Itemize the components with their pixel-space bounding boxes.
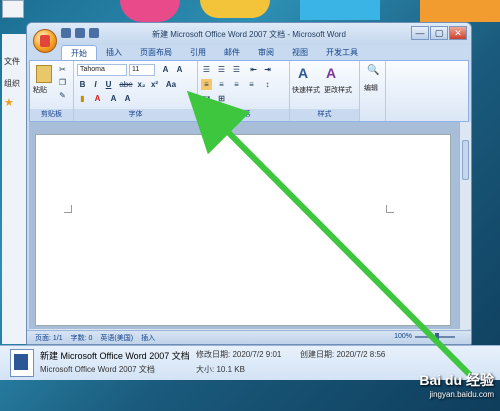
tab-review[interactable]: 审阅 [249, 45, 283, 60]
copy-icon[interactable]: ❐ [57, 77, 68, 88]
multilevel-list-icon[interactable]: ☰ [231, 64, 242, 75]
paste-button-label[interactable]: 粘贴 [33, 85, 47, 95]
word-document-icon [10, 349, 34, 377]
status-bar: 页面: 1/1 字数: 0 英语(美国) 插入 100% [27, 330, 471, 344]
format-painter-icon[interactable]: ✎ [57, 90, 68, 101]
minimize-button[interactable]: — [411, 26, 429, 40]
clipboard-group-label: 剪贴板 [30, 109, 73, 121]
watermark-brand: Bai du 经验 [419, 372, 494, 388]
maximize-button[interactable]: ▢ [430, 26, 448, 40]
highlight-color-icon[interactable]: ▮ [77, 93, 88, 104]
created-date: 创建日期: 2020/7/2 8:56 [300, 350, 386, 359]
grow-font-icon[interactable]: A [160, 64, 171, 75]
editing-group: 🔍 编辑 [360, 61, 386, 121]
baidu-watermark: Bai du 经验 jingyan.baidu.com [419, 370, 494, 399]
paste-icon[interactable] [36, 65, 52, 83]
align-right-icon[interactable]: ≡ [231, 79, 242, 90]
file-size: 大小: 10.1 KB [196, 365, 245, 374]
title-bar: 新建 Microsoft Office Word 2007 文档 - Micro… [27, 23, 471, 45]
desktop-shape [420, 0, 500, 22]
shading-icon[interactable]: ◪ [201, 93, 212, 104]
bullets-icon[interactable]: ☰ [201, 64, 212, 75]
line-spacing-icon[interactable]: ↕ [262, 79, 273, 90]
tab-mailings[interactable]: 邮件 [215, 45, 249, 60]
word-window: 新建 Microsoft Office Word 2007 文档 - Micro… [26, 22, 472, 345]
italic-button[interactable]: I [90, 79, 101, 90]
change-styles-button[interactable]: 更改样式 [324, 85, 352, 95]
character-border-button[interactable]: A [122, 93, 133, 104]
page-count[interactable]: 页面: 1/1 [35, 333, 63, 343]
subscript-button[interactable]: x₂ [136, 79, 147, 90]
font-name-select[interactable]: Tahoma [77, 64, 127, 76]
font-size-select[interactable]: 11 [129, 64, 155, 76]
zoom-level[interactable]: 100% [394, 333, 412, 340]
align-center-icon[interactable]: ≡ [216, 79, 227, 90]
clipboard-group: 粘贴 ✂ ❐ ✎ 剪贴板 [30, 61, 74, 121]
desktop-shape [300, 0, 380, 20]
shrink-font-icon[interactable]: A [174, 64, 185, 75]
explorer-file-menu[interactable]: 文件 [4, 56, 20, 67]
find-icon[interactable]: 🔍 [367, 65, 379, 76]
document-page[interactable] [35, 134, 451, 326]
bold-button[interactable]: B [77, 79, 88, 90]
zoom-control: 100% [386, 332, 455, 341]
office-logo-icon [40, 35, 50, 47]
vertical-scrollbar[interactable] [459, 122, 471, 329]
window-title: 新建 Microsoft Office Word 2007 文档 - Micro… [152, 30, 346, 39]
tab-developer[interactable]: 开发工具 [317, 45, 367, 60]
explorer-organize[interactable]: 组织 [4, 78, 20, 89]
file-name: 新建 Microsoft Office Word 2007 文档 [40, 351, 190, 361]
insert-mode[interactable]: 插入 [141, 333, 155, 343]
zoom-slider-thumb[interactable] [435, 332, 439, 341]
tab-page-layout[interactable]: 页面布局 [131, 45, 181, 60]
tab-references[interactable]: 引用 [181, 45, 215, 60]
language-status[interactable]: 英语(美国) [100, 333, 133, 343]
margin-corner [386, 205, 394, 213]
align-left-icon[interactable]: ≡ [201, 79, 212, 90]
numbering-icon[interactable]: ☰ [216, 64, 227, 75]
desktop-icon[interactable] [2, 0, 24, 18]
explorer-sidebar: 文件 组织 ★ [2, 34, 28, 344]
tab-insert[interactable]: 插入 [97, 45, 131, 60]
ribbon: 粘贴 ✂ ❐ ✎ 剪贴板 Tahoma 11 A A B I U abe x₂ … [29, 60, 469, 122]
quick-styles-button[interactable]: 快速样式 [292, 85, 320, 95]
styles-group-label: 样式 [290, 109, 359, 121]
office-button[interactable] [33, 29, 57, 53]
document-area [29, 122, 467, 329]
editing-button[interactable]: 编辑 [364, 83, 378, 93]
window-controls: — ▢ ✕ [411, 26, 467, 40]
increase-indent-icon[interactable]: ⇥ [262, 64, 273, 75]
font-group-label: 字体 [74, 109, 197, 121]
tab-home[interactable]: 开始 [61, 45, 97, 60]
watermark-url: jingyan.baidu.com [429, 390, 494, 399]
file-type: Microsoft Office Word 2007 文档 [40, 365, 155, 374]
cut-icon[interactable]: ✂ [57, 64, 68, 75]
change-case-button[interactable]: Aa [164, 79, 178, 90]
desktop-shape [200, 0, 270, 18]
change-styles-icon[interactable]: A [326, 65, 336, 81]
underline-button[interactable]: U [103, 79, 114, 90]
word-count[interactable]: 字数: 0 [71, 333, 93, 343]
character-shading-button[interactable]: A [108, 93, 119, 104]
close-button[interactable]: ✕ [449, 26, 467, 40]
scroll-thumb[interactable] [462, 140, 469, 180]
borders-icon[interactable]: ⊞ [216, 93, 227, 104]
justify-icon[interactable]: ≡ [246, 79, 257, 90]
styles-group: A A 快速样式 更改样式 样式 [290, 61, 360, 121]
strikethrough-button[interactable]: abe [118, 79, 134, 90]
tab-view[interactable]: 视图 [283, 45, 317, 60]
font-color-button[interactable]: A [92, 93, 103, 104]
decrease-indent-icon[interactable]: ⇤ [248, 64, 259, 75]
desktop-shape [120, 0, 180, 22]
margin-corner [64, 205, 72, 213]
favorites-star-icon[interactable]: ★ [4, 96, 14, 109]
quick-styles-icon[interactable]: A [298, 65, 308, 81]
superscript-button[interactable]: x² [149, 79, 160, 90]
ribbon-tabs: 开始 插入 页面布局 引用 邮件 审阅 视图 开发工具 [61, 45, 367, 60]
font-group: Tahoma 11 A A B I U abe x₂ x² Aa ▮ A A A… [74, 61, 198, 121]
modified-date: 修改日期: 2020/7/2 9:01 [196, 350, 282, 359]
paragraph-group-label: 段落 [198, 109, 289, 121]
paragraph-group: ☰ ☰ ☰ ⇤ ⇥ ≡ ≡ ≡ ≡ ↕ ◪ ⊞ 段落 [198, 61, 290, 121]
zoom-slider[interactable] [415, 332, 455, 341]
